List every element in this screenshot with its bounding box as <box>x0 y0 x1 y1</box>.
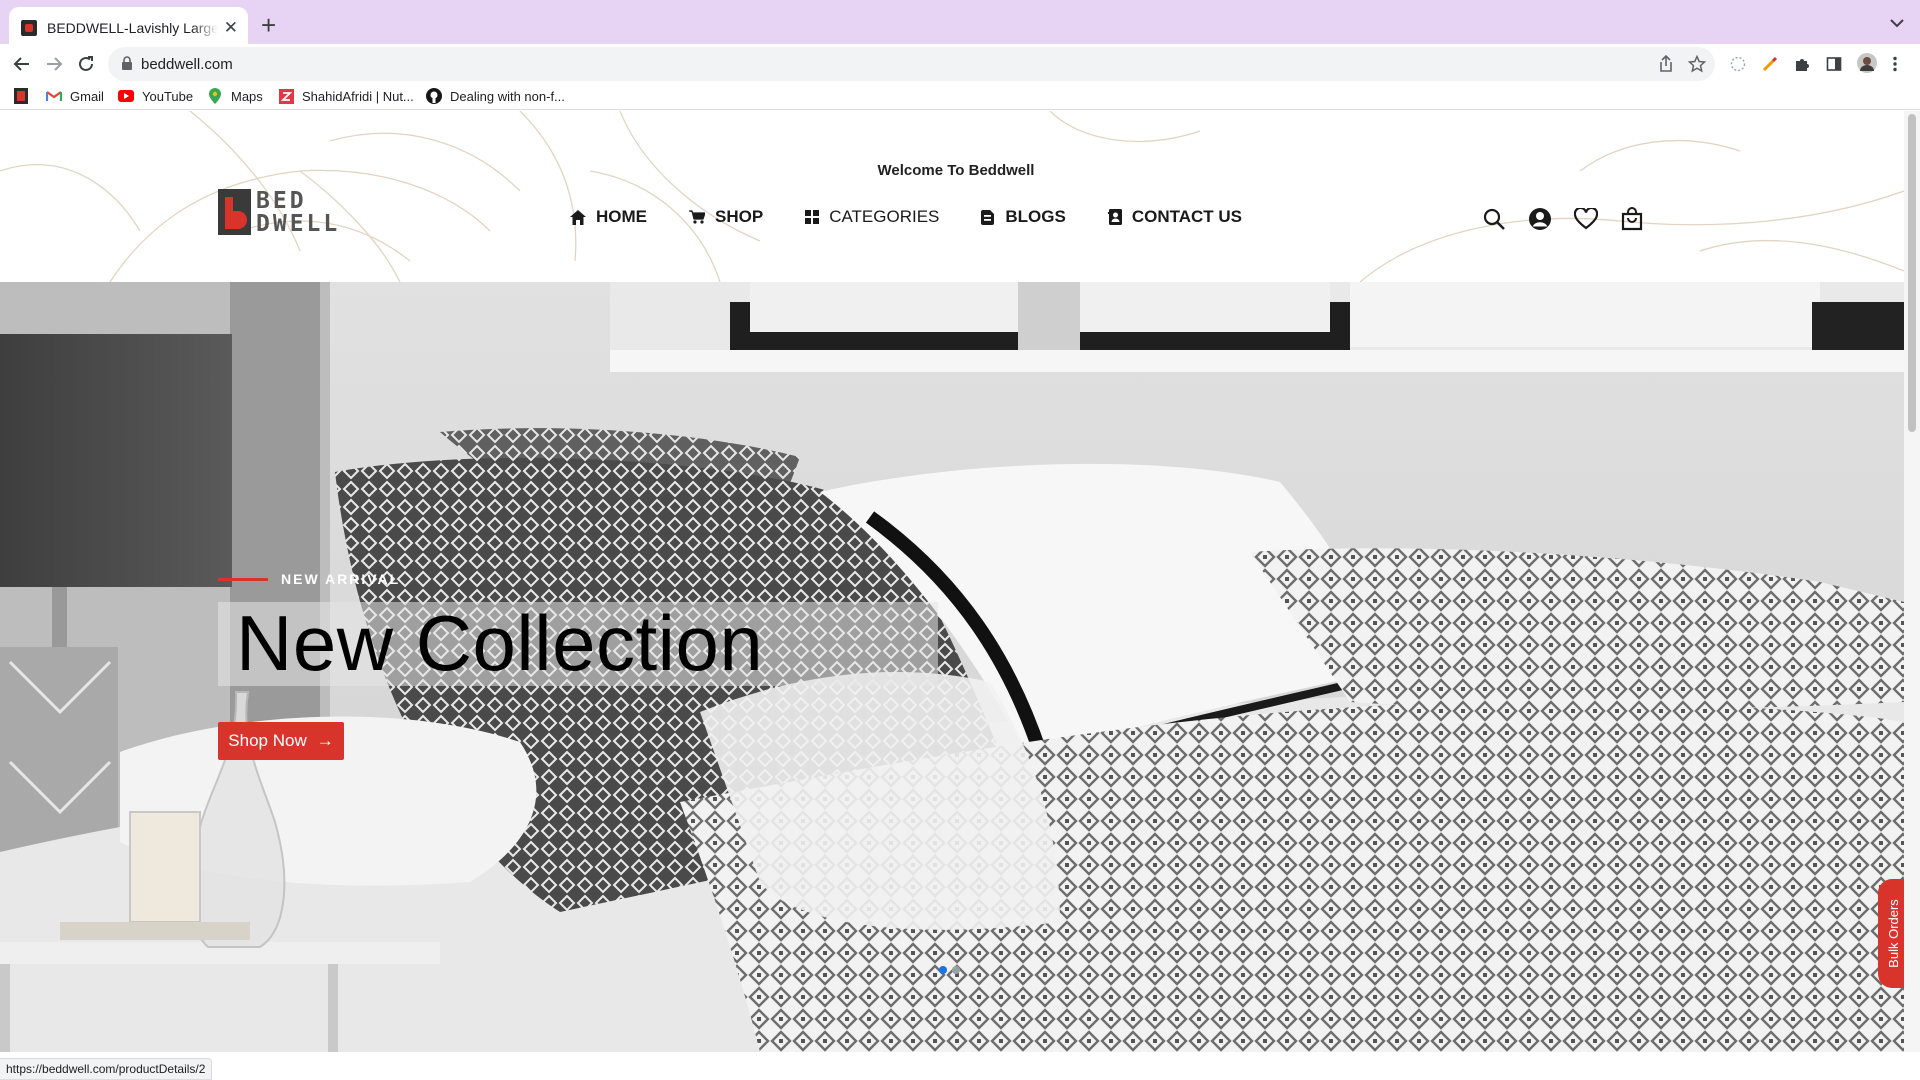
bulk-orders-label: Bulk Orders <box>1885 899 1901 968</box>
slider-pagination <box>939 966 965 974</box>
profile-avatar-icon[interactable] <box>1857 53 1877 73</box>
bookmark-star-icon[interactable] <box>1688 55 1706 73</box>
bookmark-label: YouTube <box>142 88 194 104</box>
nav-label: CATEGORIES <box>829 207 940 226</box>
welcome-text: Welcome To Beddwell <box>877 162 1035 179</box>
status-bar-url: https://beddwell.com/productDetails/2 <box>0 1058 213 1080</box>
address-bar[interactable]: beddwell.com <box>108 47 1715 81</box>
logo-text-top: BED <box>256 188 307 214</box>
share-icon[interactable] <box>1658 55 1674 73</box>
grid-icon <box>805 210 820 224</box>
bookmark-shahidafridi[interactable]: ShahidAfridi | Nut... <box>278 85 414 107</box>
beddwell-favicon-icon <box>13 88 29 104</box>
page-scrollbar[interactable] <box>1904 111 1920 1052</box>
browser-menu-icon[interactable] <box>1892 56 1898 72</box>
extensions-puzzle-icon[interactable] <box>1794 56 1810 72</box>
bag-icon[interactable] <box>1619 206 1645 232</box>
beddwell-favicon-icon <box>21 20 37 36</box>
bookmark-label: Gmail <box>70 88 104 104</box>
shop-now-label: Shop Now <box>228 731 307 750</box>
account-icon[interactable] <box>1527 206 1553 232</box>
hero-eyebrow: NEW ARRIVAL <box>218 571 400 587</box>
eyebrow-accent-line <box>218 577 268 581</box>
back-arrow-icon <box>13 57 29 71</box>
hero-headline: New Collection <box>236 599 764 687</box>
shop-now-button[interactable]: Shop Now → <box>218 722 344 760</box>
arrow-right-icon: → <box>316 731 334 750</box>
side-panel-icon[interactable] <box>1826 56 1842 72</box>
bookmark-beddwell[interactable] <box>13 85 37 107</box>
nav-shop[interactable]: SHOP <box>689 207 763 227</box>
bookmark-label: Dealing with non-f... <box>450 88 565 104</box>
tab-search-icon[interactable] <box>1888 14 1906 32</box>
logo-text-bottom: DWELL <box>256 211 341 237</box>
extension-circle-icon[interactable] <box>1730 56 1746 72</box>
bookmark-label: Maps <box>231 88 263 104</box>
contact-icon <box>1107 209 1122 225</box>
back-button[interactable] <box>8 50 36 78</box>
browser-toolbar: beddwell.com <box>0 44 1920 84</box>
bulk-orders-tab[interactable]: Bulk Orders <box>1878 879 1904 988</box>
cart-icon <box>689 210 705 224</box>
zomato-icon <box>278 88 294 104</box>
logo-mark-icon <box>218 189 251 235</box>
nav-label: SHOP <box>715 207 764 226</box>
browser-tab[interactable]: BEDDWELL-Lavishly Largest S ✕ <box>9 7 248 49</box>
url-text: beddwell.com <box>141 56 233 73</box>
maps-icon <box>207 88 223 104</box>
blog-icon <box>981 209 995 225</box>
reload-icon <box>79 56 93 71</box>
nav-home[interactable]: HOME <box>570 207 647 227</box>
beddwell-logo[interactable]: BED DWELL <box>218 188 337 236</box>
github-icon <box>426 88 442 104</box>
web-page: Welcome To Beddwell BED DWELL HOME SHOP … <box>0 111 1904 1052</box>
tab-title: BEDDWELL-Lavishly Largest S <box>47 20 218 36</box>
forward-button[interactable] <box>40 50 68 78</box>
tab-close-button[interactable]: ✕ <box>224 18 238 38</box>
reload-button[interactable] <box>72 50 100 78</box>
home-icon <box>570 209 586 225</box>
wishlist-icon[interactable] <box>1573 206 1599 232</box>
forward-arrow-icon <box>47 57 63 71</box>
bookmark-maps[interactable]: Maps <box>207 85 263 107</box>
bookmark-youtube[interactable]: YouTube <box>118 85 193 107</box>
slider-dot-1[interactable] <box>939 966 947 974</box>
hero-slider: NEW ARRIVAL New Collection Shop Now → Bu… <box>0 282 1904 1052</box>
bookmark-gmail[interactable]: Gmail <box>46 85 104 107</box>
nav-blogs[interactable]: BLOGS <box>981 207 1066 227</box>
search-icon[interactable] <box>1481 206 1507 232</box>
bookmark-dealing[interactable]: Dealing with non-f... <box>426 85 565 107</box>
nav-label: CONTACT US <box>1131 207 1243 226</box>
bookmark-label: ShahidAfridi | Nut... <box>302 88 414 104</box>
bookmarks-bar: Gmail YouTube Maps ShahidAfridi | Nut...… <box>0 82 1920 110</box>
gmail-icon <box>46 88 62 104</box>
site-header: Welcome To Beddwell BED DWELL HOME SHOP … <box>0 111 1904 282</box>
new-tab-button[interactable]: + <box>261 12 276 38</box>
youtube-icon <box>118 88 134 104</box>
page-bottom-strip <box>0 1052 1904 1080</box>
nav-contact-us[interactable]: CONTACT US <box>1107 207 1243 227</box>
tab-strip: BEDDWELL-Lavishly Largest S ✕ + <box>0 0 1920 49</box>
lock-icon <box>122 56 132 70</box>
slider-dot-2[interactable] <box>952 966 960 974</box>
nav-label: BLOGS <box>1005 207 1066 226</box>
nav-label: HOME <box>596 207 647 226</box>
nav-categories[interactable]: CATEGORIES <box>805 207 939 227</box>
scrollbar-thumb[interactable] <box>1908 114 1916 432</box>
eyebrow-text: NEW ARRIVAL <box>281 571 401 587</box>
main-navigation: HOME SHOP CATEGORIES BLOGS CONTACT US <box>570 207 1284 227</box>
color-picker-extension-icon[interactable] <box>1762 56 1778 72</box>
header-actions <box>1481 206 1665 232</box>
